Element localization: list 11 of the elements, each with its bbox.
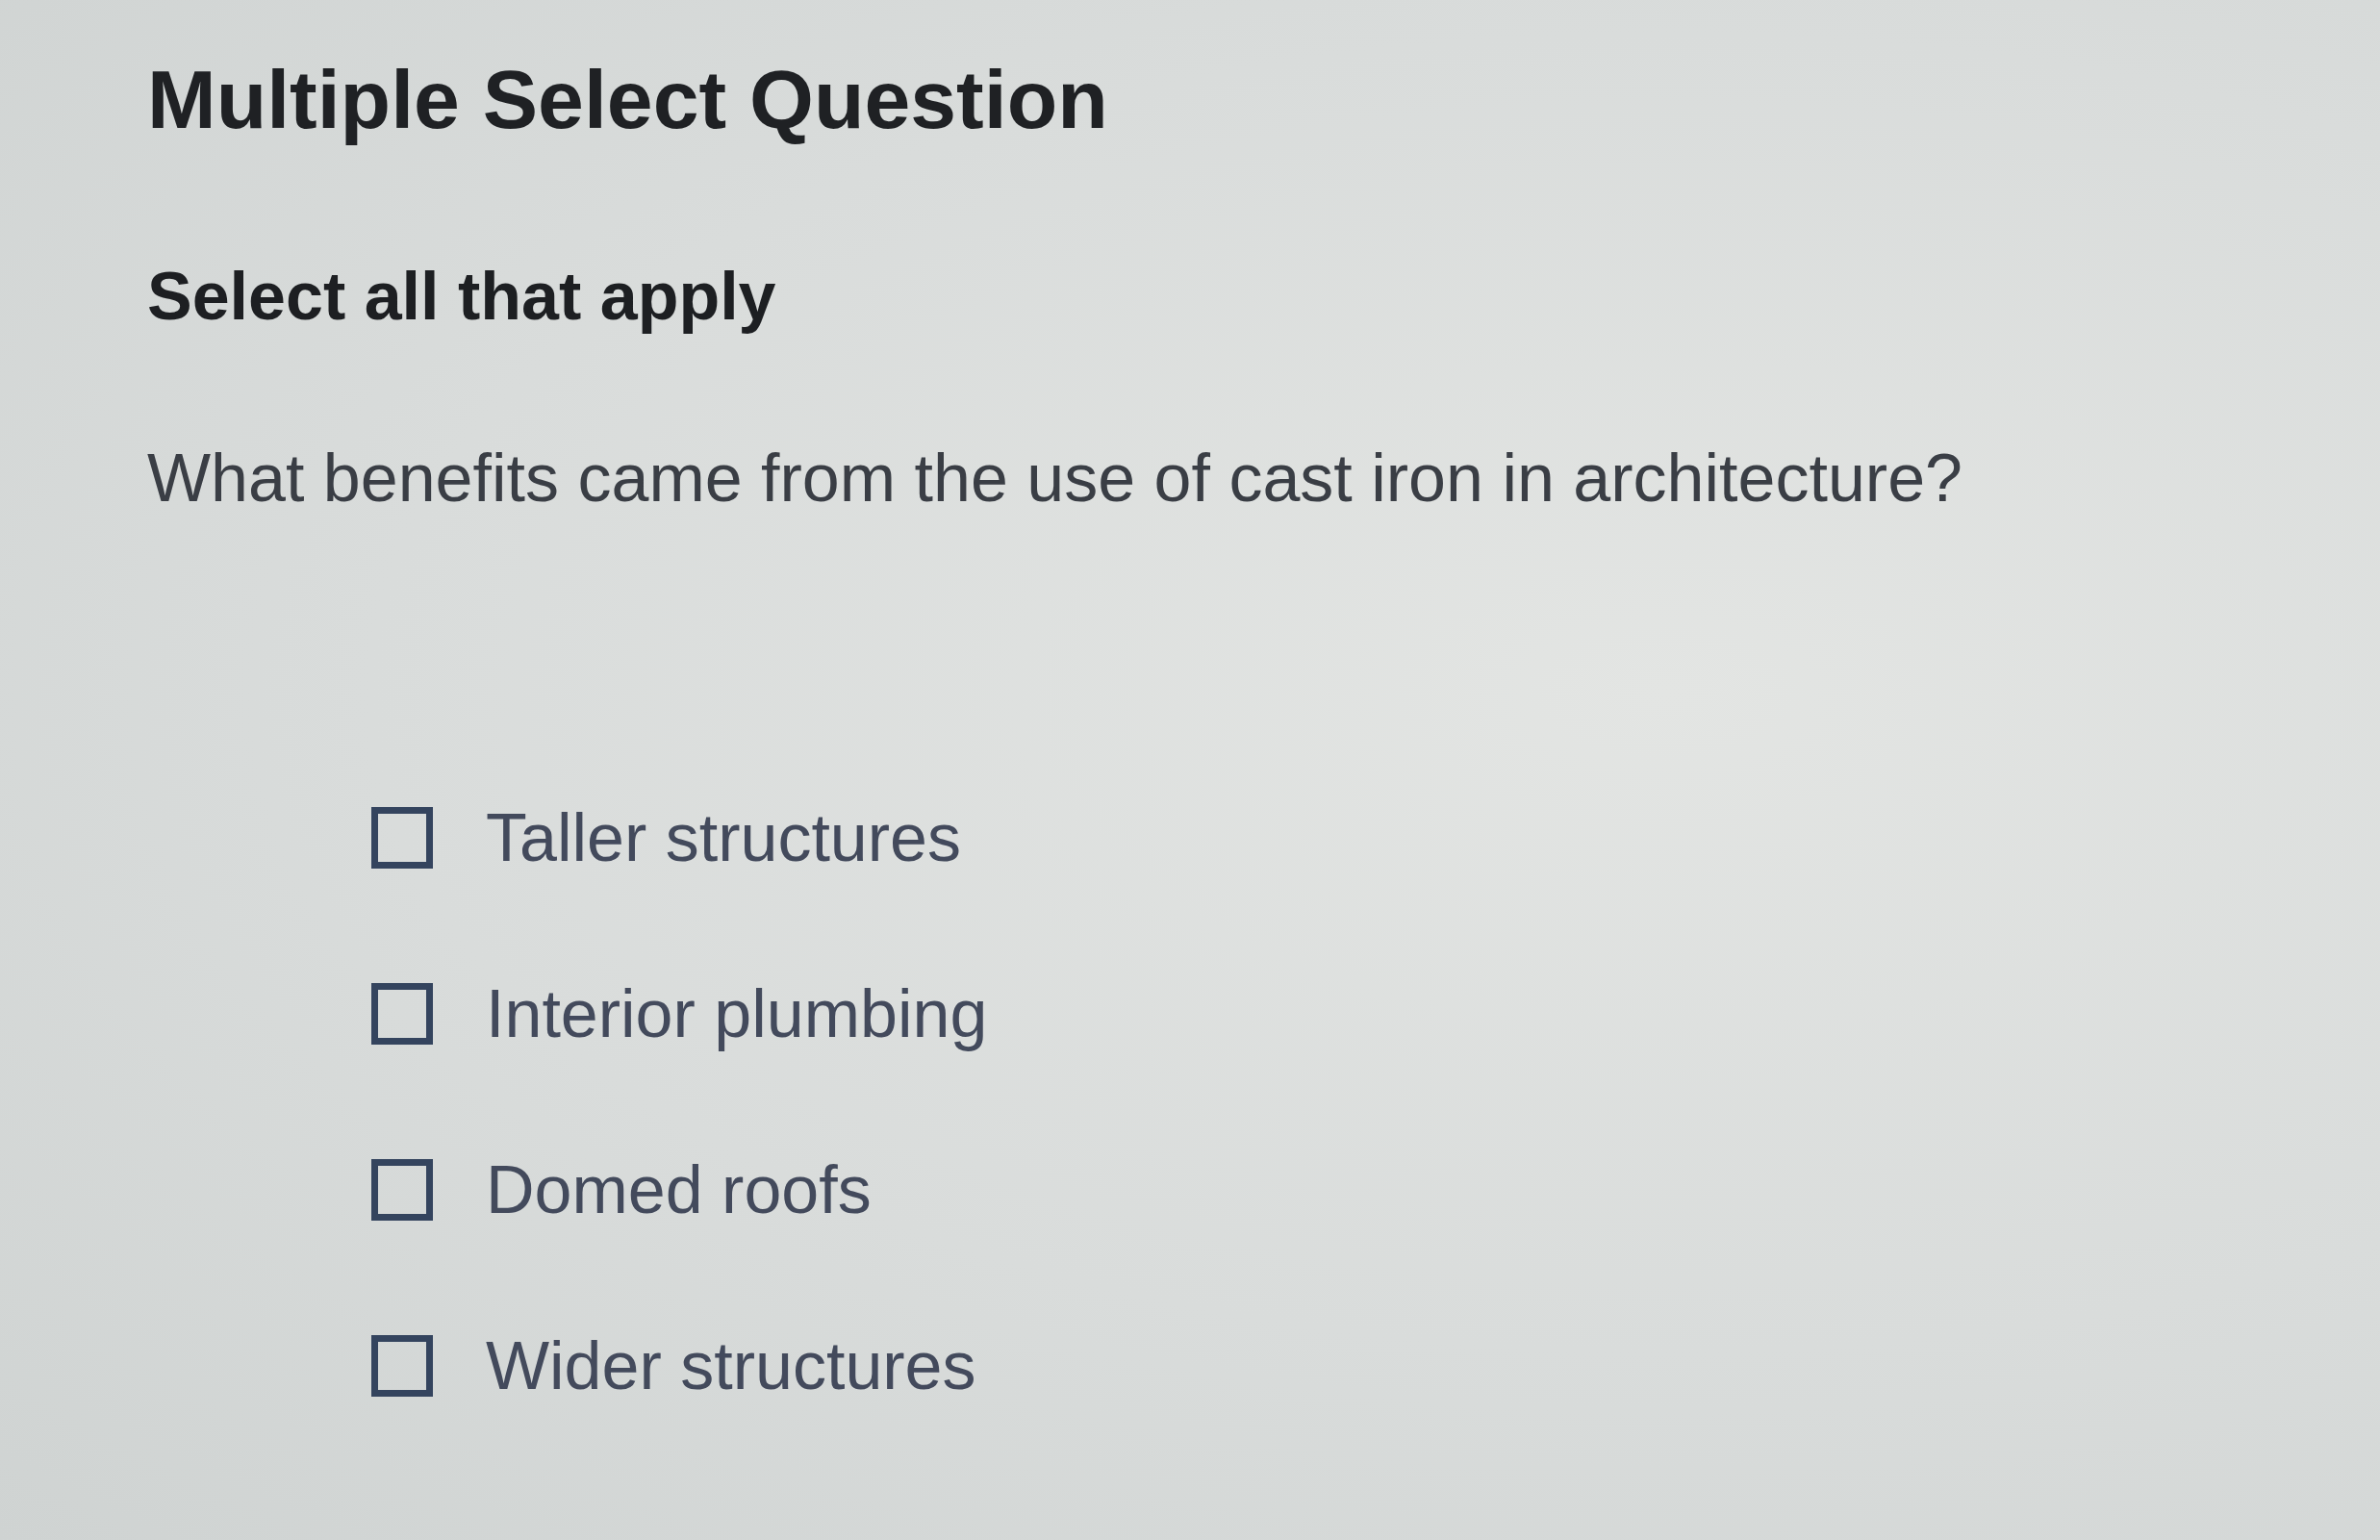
- question-type-title: Multiple Select Question: [147, 52, 1109, 147]
- option-label: Domed roofs: [486, 1151, 872, 1229]
- checkbox[interactable]: [371, 983, 433, 1045]
- question-text: What benefits came from the use of cast iron in architecture?: [147, 440, 1963, 518]
- checkbox[interactable]: [371, 807, 433, 869]
- option-label: Wider structures: [486, 1327, 976, 1405]
- instruction-text: Select all that apply: [147, 258, 777, 336]
- checkbox[interactable]: [371, 1335, 433, 1397]
- option-label: Taller structures: [486, 799, 962, 877]
- checkbox[interactable]: [371, 1159, 433, 1221]
- option-label: Interior plumbing: [486, 975, 988, 1053]
